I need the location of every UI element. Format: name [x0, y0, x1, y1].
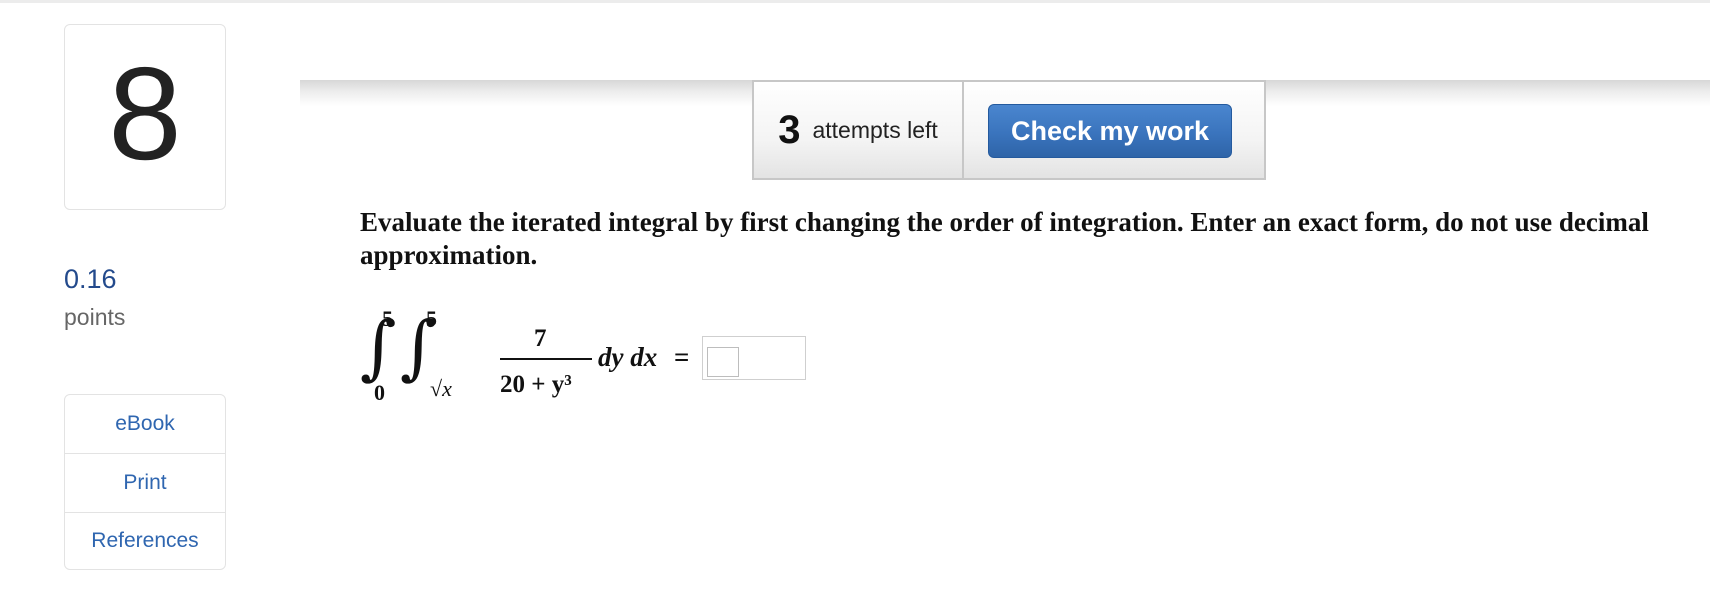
outer-lower-limit: 0 [374, 380, 385, 405]
question-prompt: Evaluate the iterated integral by first … [360, 207, 1649, 270]
check-my-work-button[interactable]: Check my work [988, 104, 1232, 158]
attempts-indicator: 3 attempts left [752, 80, 964, 180]
print-link[interactable]: Print [65, 454, 225, 513]
attempts-label: attempts left [812, 116, 938, 143]
fraction-denominator: 20 + y³ [500, 371, 572, 398]
question-number: 8 [108, 40, 182, 187]
inner-lower-limit: √x [430, 376, 452, 401]
math-entry-box[interactable] [707, 347, 739, 377]
question-number-box: 8 [64, 24, 226, 210]
fraction-numerator: 7 [534, 325, 547, 352]
points-label: points [64, 304, 126, 330]
tools-panel: eBook Print References [64, 394, 226, 570]
references-link[interactable]: References [65, 513, 225, 569]
equals-sign: = [674, 342, 690, 372]
points-value: 0.16 [64, 264, 117, 294]
top-rule [0, 0, 1710, 3]
answer-input[interactable] [702, 336, 806, 380]
ebook-link[interactable]: eBook [65, 395, 225, 454]
fraction-bar [500, 358, 592, 360]
attempts-count: 3 [778, 108, 801, 152]
inner-upper-limit: 5 [426, 306, 437, 331]
differentials: dy dx [598, 342, 658, 372]
outer-upper-limit: 5 [382, 306, 393, 331]
